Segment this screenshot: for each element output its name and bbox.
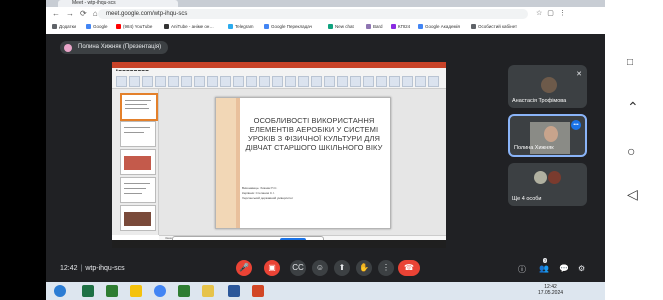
slide-editor: ОСОБЛИВОСТІ ВИКОРИСТАННЯ ЕЛЕМЕНТІВ АЕРОБ… (159, 89, 446, 235)
bookmark-item[interactable]: New chat (328, 24, 354, 30)
url-input[interactable]: meet.google.com/wtp-ihqu-scs (98, 9, 528, 19)
info-icon[interactable]: ⓘ (518, 264, 526, 275)
more-options-button[interactable]: ⋮ (378, 260, 394, 276)
participant-name: Полина Хижняк (514, 145, 554, 151)
bookmarks-bar: Додатки Google (984) YouTube AniTube - а… (46, 21, 605, 35)
address-bar-row: ←→⟳⌂ meet.google.com/wtp-ihqu-scs ☆▢⋮ (46, 7, 605, 21)
meet-area: Полина Хижняк (Презентація) ■ ▬ ▬ ▬ ▬ ▬ … (46, 34, 605, 282)
participant-name: Ще 4 особи (512, 196, 542, 202)
screen: Meet - wtp-ihqu-scs ←→⟳⌂ meet.google.com… (0, 0, 663, 300)
slide-authors: Виконавець: Хижняк П.С. Керівник: Степан… (242, 186, 386, 201)
bookmark-item[interactable]: Додатки (52, 24, 76, 30)
camera-toggle-button[interactable]: ▣ (264, 260, 280, 276)
avatar (534, 171, 547, 184)
powerpoint-icon[interactable] (252, 285, 264, 297)
slide-thumbnails (112, 89, 159, 235)
avatar (64, 44, 72, 52)
meeting-info: 12:42 | wtp-ihqu-scs (60, 265, 125, 272)
meeting-code: wtp-ihqu-scs (85, 265, 125, 272)
clock[interactable]: 12:42 17.05.2024 (538, 284, 563, 296)
taskbar-app-icon[interactable] (82, 285, 94, 297)
word-icon[interactable] (228, 285, 240, 297)
browser-chrome: Meet - wtp-ihqu-scs ←→⟳⌂ meet.google.com… (46, 0, 605, 35)
slide-thumbnail (120, 121, 156, 147)
activities-icon[interactable]: ⚙ (578, 264, 585, 273)
mic-toggle-button[interactable]: 🎤 (236, 260, 252, 276)
bookmark-item[interactable]: (984) YouTube (116, 24, 152, 30)
meeting-controls: 12:42 | wtp-ihqu-scs 🎤 ▣ CC ☺ ⬆ ✋ ⋮ ☎ ⓘ 👥 … (46, 256, 605, 282)
bookmark-item[interactable]: КПІ24 (391, 24, 410, 30)
chat-icon[interactable]: 💬 (559, 264, 569, 273)
present-button[interactable]: ⬆ (334, 260, 350, 276)
current-slide: ОСОБЛИВОСТІ ВИКОРИСТАННЯ ЕЛЕМЕНТІВ АЕРОБ… (215, 97, 391, 229)
bookmark-item[interactable]: Google (86, 24, 108, 30)
ribbon-tools (116, 74, 442, 105)
shared-taskbar (112, 240, 446, 248)
bookmark-item[interactable]: Google Перекладач (264, 24, 312, 30)
home-circle-icon[interactable]: ○ (627, 144, 635, 158)
taskbar-app-icon[interactable] (178, 285, 190, 297)
taskbar-date: 17.05.2024 (538, 290, 564, 296)
captions-button[interactable]: CC (290, 260, 306, 276)
bookmark-item[interactable]: Telegram (228, 24, 254, 30)
taskbar-app-icon[interactable] (130, 285, 142, 297)
presenter-label: Полина Хижняк (Презентація) (78, 44, 162, 50)
meeting-time: 12:42 (60, 265, 78, 272)
people-count-badge: 7 (543, 258, 548, 263)
windows-taskbar: 12:42 17.05.2024 (46, 282, 605, 300)
presenter-chip[interactable]: Полина Хижняк (Презентація) (60, 41, 168, 54)
ppt-title-bar (112, 62, 446, 68)
mic-off-icon: ✕ (576, 71, 582, 78)
slide-decoration (236, 98, 240, 228)
back-triangle-icon[interactable]: ◁ (627, 187, 638, 201)
author-line: Херсонський державний університет (242, 196, 294, 200)
raise-hand-button[interactable]: ✋ (356, 260, 372, 276)
bookmark-item[interactable]: Bard (366, 24, 383, 30)
ribbon-tabs: ■ ▬ ▬ ▬ ▬ ▬ ▬ ▬ ▬ (116, 68, 149, 72)
slide-decoration (216, 98, 236, 228)
slide-title: ОСОБЛИВОСТІ ВИКОРИСТАННЯ ЕЛЕМЕНТІВ АЕРОБ… (245, 116, 383, 152)
tab-strip: Meet - wtp-ihqu-scs (46, 0, 605, 7)
people-icon[interactable]: 👥 (539, 264, 549, 273)
chevron-up-icon[interactable]: ⌃ (627, 100, 639, 114)
participant-name: Анастасія Трофімова (512, 98, 567, 104)
bookmark-item[interactable]: AniTube - аніме он… (164, 24, 214, 30)
nav-icons[interactable]: ←→⟳⌂ (52, 9, 104, 18)
participant-tile[interactable]: ✕ Анастасія Трофімова (508, 65, 587, 108)
participant-tile[interactable]: ••• Полина Хижняк (508, 114, 587, 157)
slide-thumbnail (120, 177, 156, 203)
tab-meet[interactable]: Meet - wtp-ihqu-scs (58, 0, 178, 7)
folder-icon[interactable] (202, 285, 214, 297)
avatar (548, 171, 561, 184)
start-icon[interactable] (54, 285, 66, 297)
emoji-button[interactable]: ☺ (312, 260, 328, 276)
chrome-icon[interactable] (154, 285, 166, 297)
bookmark-item[interactable]: Google Академія (418, 24, 460, 30)
participant-tile[interactable]: Ще 4 особи (508, 163, 587, 206)
shared-screen: ■ ▬ ▬ ▬ ▬ ▬ ▬ ▬ ▬ ОСОБЛИВОСТІ ВИКОРИСТАН… (112, 62, 446, 248)
powerpoint-ribbon: ■ ▬ ▬ ▬ ▬ ▬ ▬ ▬ ▬ (112, 62, 446, 105)
bookmark-item[interactable]: Особистий кабінет (471, 24, 517, 30)
slide-thumbnail (120, 93, 158, 121)
slide-thumbnail (120, 205, 156, 231)
avatar (541, 77, 557, 93)
square-icon[interactable]: □ (627, 56, 633, 70)
left-black-bar (0, 0, 46, 300)
leave-call-button[interactable]: ☎ (398, 260, 420, 276)
browser-toolbar-icons[interactable]: ☆▢⋮ (536, 9, 571, 17)
taskbar-app-icon[interactable] (106, 285, 118, 297)
speaking-icon: ••• (571, 120, 581, 130)
slide-thumbnail (120, 149, 156, 175)
android-nav-bar: ⌃ ○ ◁ □ (605, 0, 663, 300)
